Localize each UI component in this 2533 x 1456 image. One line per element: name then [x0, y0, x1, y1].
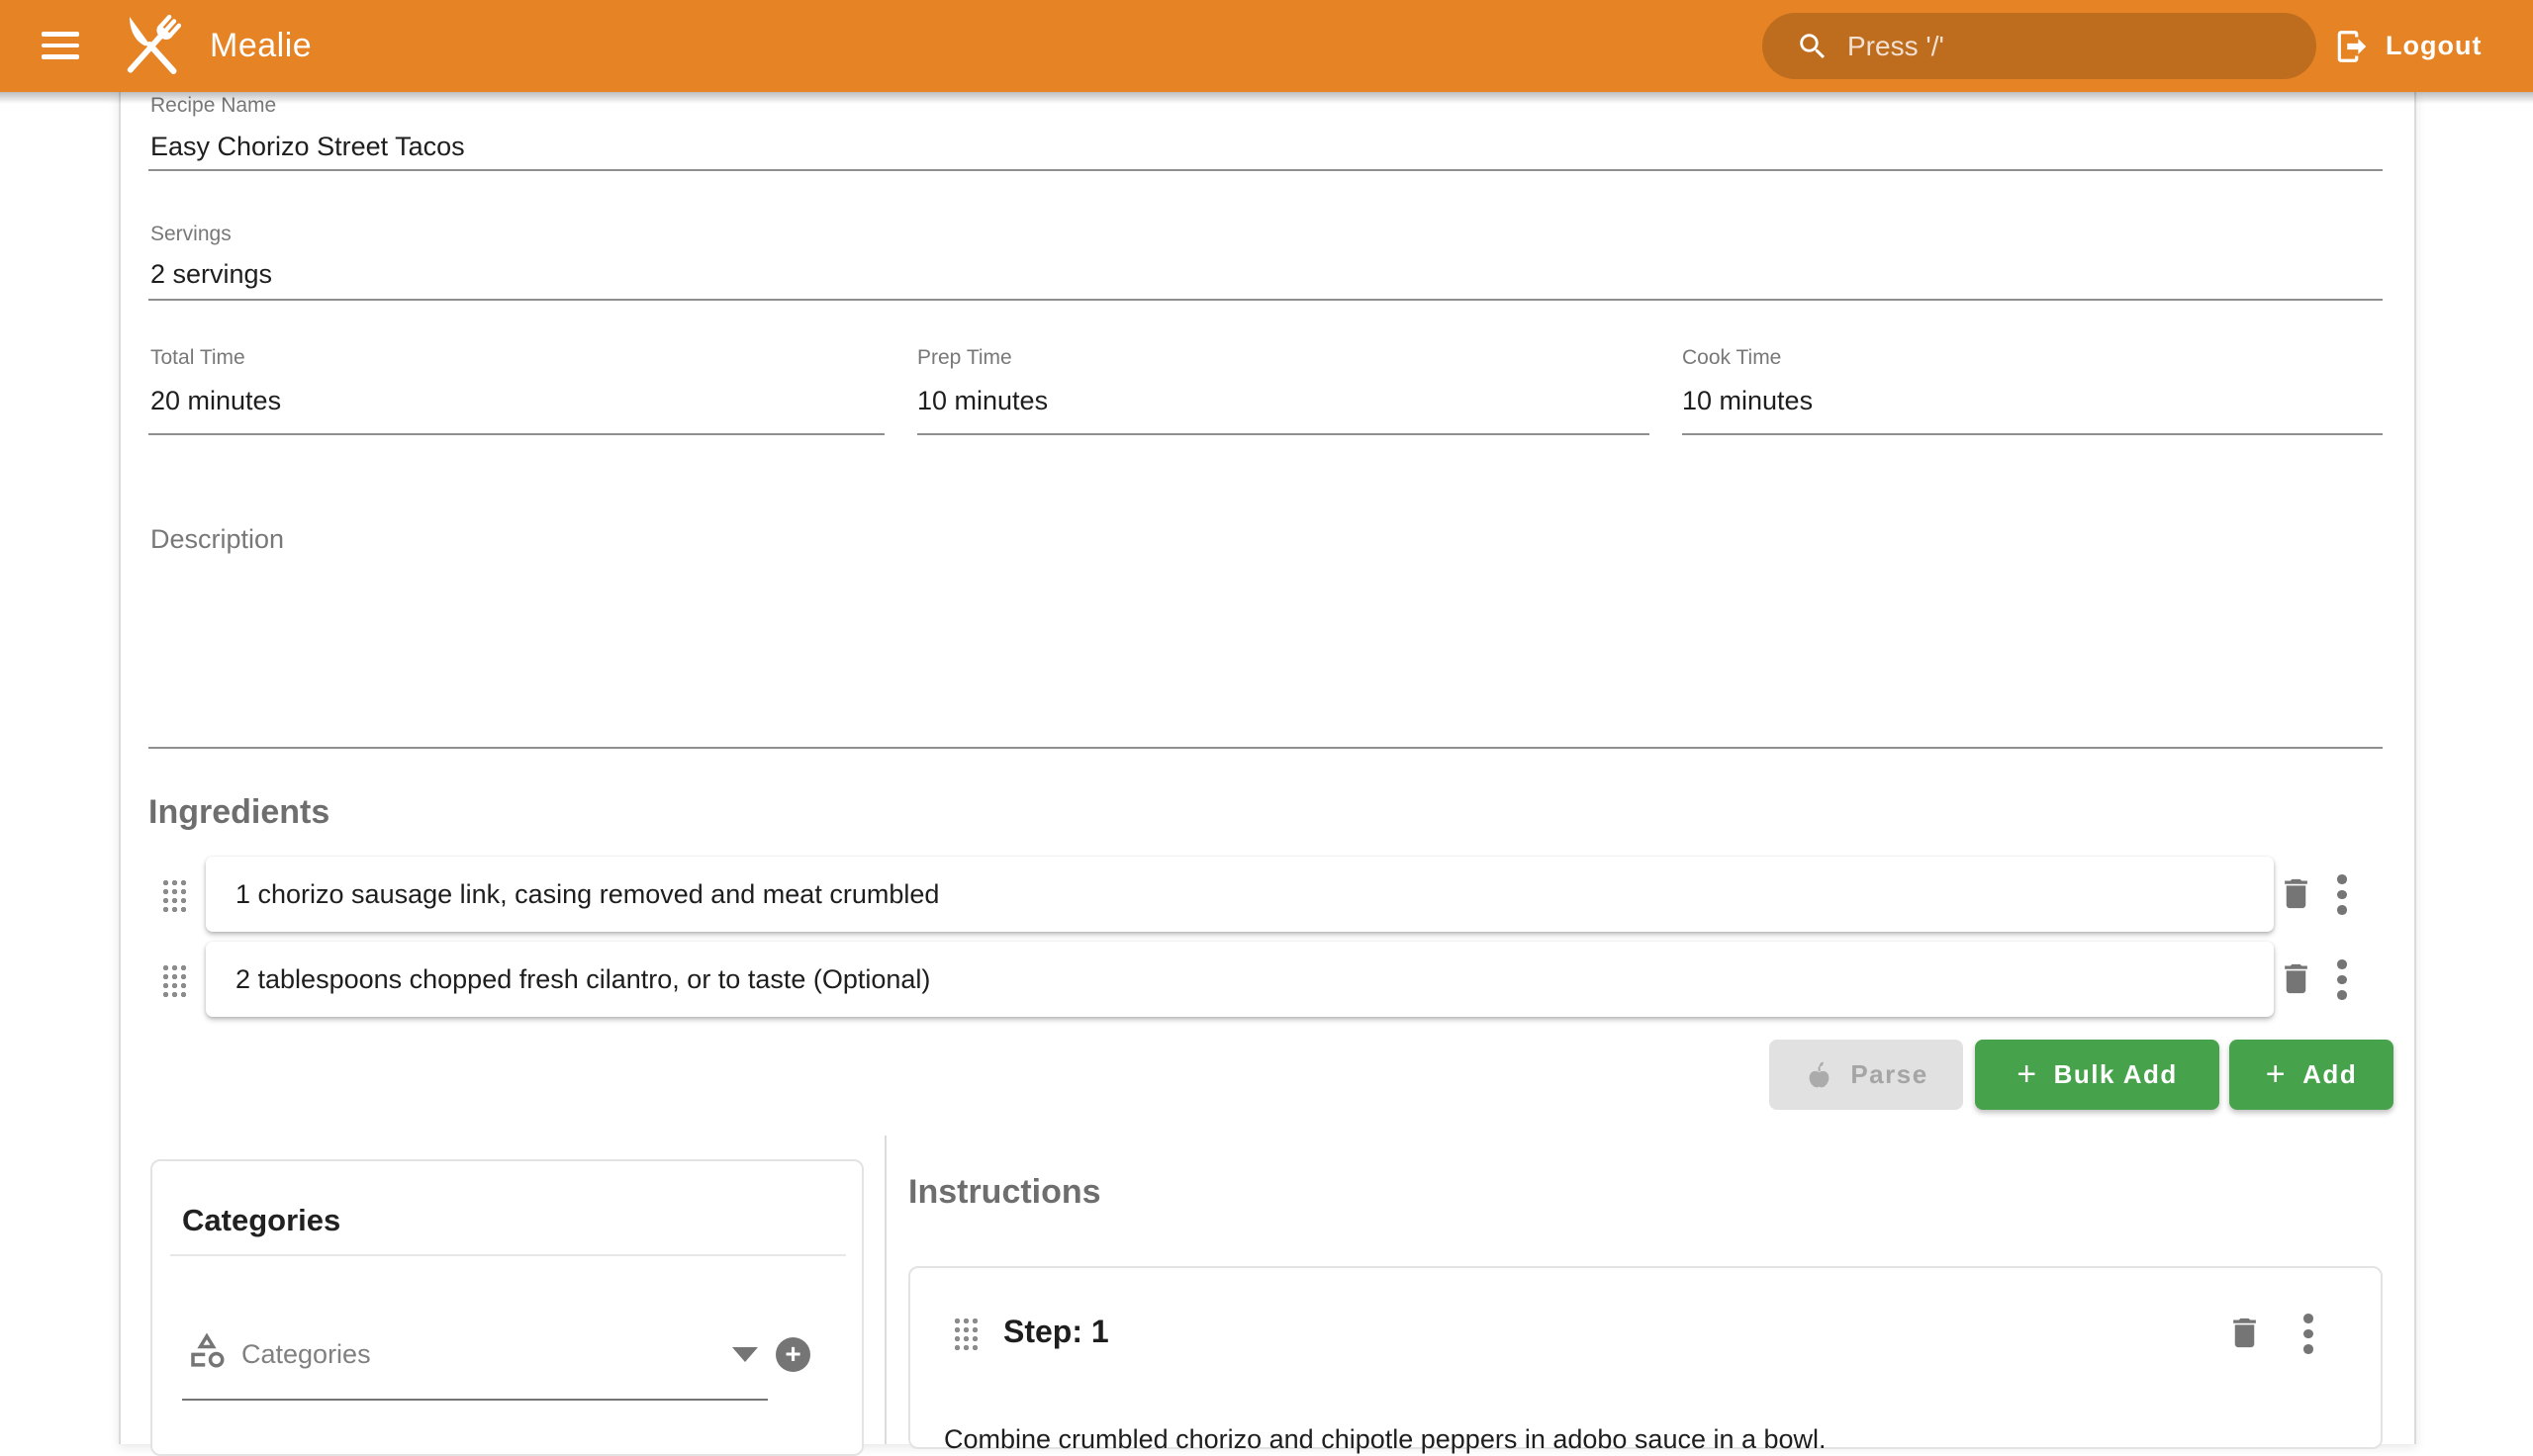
ingredients-heading: Ingredients — [148, 793, 329, 832]
prep-time-label: Prep Time — [917, 346, 1012, 370]
delete-step-icon[interactable] — [2225, 1314, 2264, 1352]
step-card — [908, 1266, 2383, 1449]
prep-time-underline — [917, 433, 1649, 435]
description-field[interactable]: Description — [150, 524, 284, 555]
recipe-name-underline — [148, 169, 2383, 171]
total-time-underline — [148, 433, 885, 435]
ingredient-menu-icon[interactable] — [2337, 959, 2347, 1000]
plus-icon — [2266, 1057, 2287, 1092]
app-bar: Mealie Press '/' Logout — [0, 0, 2533, 92]
total-time-field[interactable]: 20 minutes — [150, 386, 281, 416]
plus-icon — [2017, 1057, 2037, 1092]
description-underline — [148, 747, 2383, 749]
chevron-down-icon[interactable] — [732, 1347, 758, 1362]
bulk-add-label: Bulk Add — [2054, 1059, 2178, 1090]
categories-divider — [170, 1254, 846, 1256]
categories-card: Categories — [150, 1159, 864, 1456]
menu-icon[interactable] — [42, 32, 79, 59]
search-input[interactable]: Press '/' — [1762, 13, 2316, 79]
cook-time-label: Cook Time — [1682, 346, 1781, 370]
apple-icon — [1804, 1059, 1834, 1090]
add-button[interactable]: Add — [2229, 1040, 2393, 1110]
ingredient-text: 1 chorizo sausage link, casing removed a… — [235, 879, 939, 910]
app-title: Mealie — [210, 0, 312, 92]
cook-time-field[interactable]: 10 minutes — [1682, 386, 1813, 416]
delete-ingredient-icon[interactable] — [2277, 874, 2315, 913]
step-title: Step: 1 — [1003, 1314, 1109, 1350]
ingredient-input[interactable]: 1 chorizo sausage link, casing removed a… — [206, 857, 2274, 932]
step-menu-icon[interactable] — [2303, 1314, 2313, 1354]
ingredient-text: 2 tablespoons chopped fresh cilantro, or… — [235, 964, 930, 995]
categories-select[interactable]: Categories — [241, 1339, 371, 1370]
column-divider — [885, 1136, 887, 1444]
delete-ingredient-icon[interactable] — [2277, 959, 2315, 998]
search-placeholder: Press '/' — [1847, 31, 1944, 62]
bulk-add-button[interactable]: Bulk Add — [1975, 1040, 2219, 1110]
ingredient-drag-handle[interactable] — [161, 878, 187, 913]
logout-label: Logout — [2386, 31, 2482, 61]
parse-button[interactable]: Parse — [1769, 1040, 1963, 1110]
add-category-button[interactable] — [776, 1337, 810, 1372]
instructions-heading: Instructions — [908, 1173, 1101, 1212]
categories-title: Categories — [182, 1203, 340, 1238]
step-drag-handle[interactable] — [953, 1317, 979, 1351]
recipe-name-field[interactable]: Easy Chorizo Street Tacos — [150, 132, 465, 162]
servings-field[interactable]: 2 servings — [150, 259, 272, 290]
step-text[interactable]: Combine crumbled chorizo and chipotle pe… — [944, 1424, 1827, 1455]
ingredient-menu-icon[interactable] — [2337, 874, 2347, 915]
logout-button[interactable]: Logout — [2333, 0, 2482, 92]
parse-label: Parse — [1850, 1059, 1927, 1090]
total-time-label: Total Time — [150, 346, 245, 370]
search-icon — [1796, 30, 1829, 63]
logout-icon — [2333, 28, 2371, 65]
shapes-icon — [186, 1329, 228, 1371]
ingredient-input[interactable]: 2 tablespoons chopped fresh cilantro, or… — [206, 942, 2274, 1017]
servings-label: Servings — [150, 223, 232, 246]
categories-select-underline — [182, 1399, 768, 1401]
add-label: Add — [2302, 1059, 2357, 1090]
cook-time-underline — [1682, 433, 2383, 435]
appbar-shadow — [0, 92, 2533, 104]
mealie-logo-icon — [113, 8, 190, 85]
servings-underline — [148, 299, 2383, 301]
ingredient-drag-handle[interactable] — [161, 963, 187, 998]
prep-time-field[interactable]: 10 minutes — [917, 386, 1048, 416]
